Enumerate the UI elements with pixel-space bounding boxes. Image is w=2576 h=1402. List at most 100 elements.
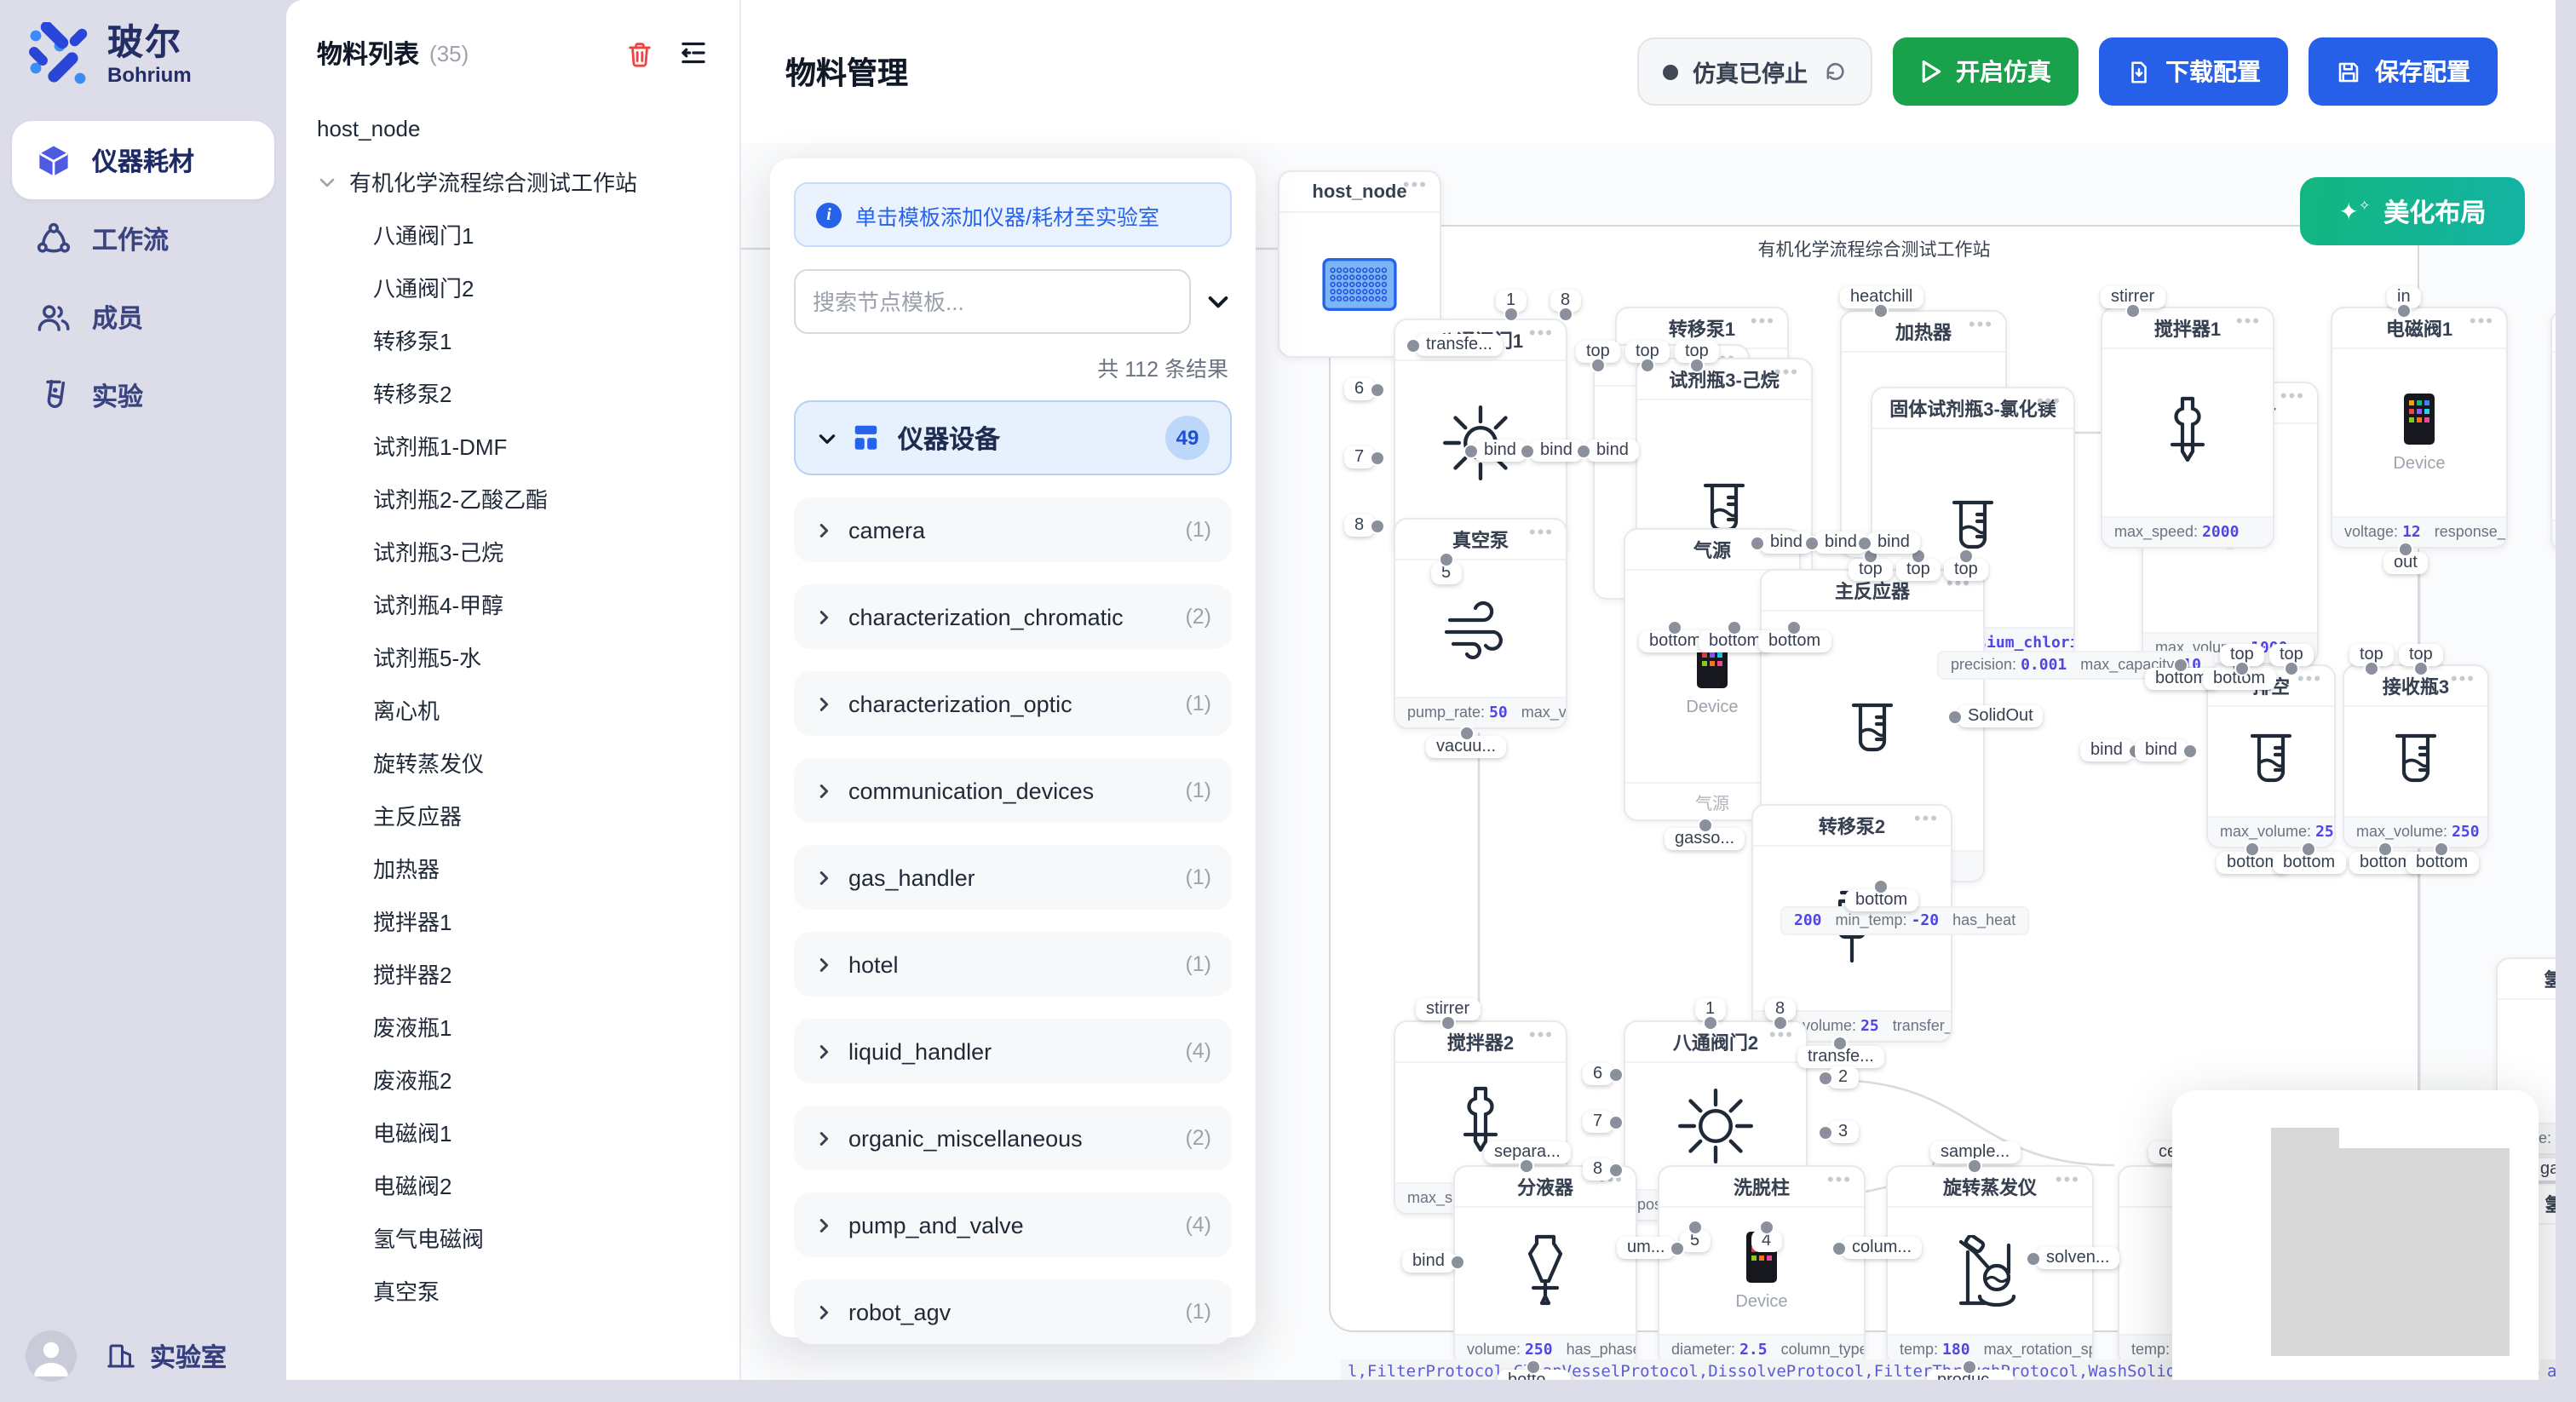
port-8[interactable]: 8	[1583, 1158, 1613, 1181]
sidebar-item-workflow[interactable]: 工作流	[12, 199, 274, 278]
port-transfe[interactable]: transfe...	[1797, 1046, 1884, 1068]
port-handle-icon[interactable]	[1590, 358, 1606, 373]
tree-item[interactable]: 试剂瓶3-己烷	[317, 525, 729, 577]
tree-item[interactable]: 搅拌器2	[317, 947, 729, 1000]
port-heatchill[interactable]: heatchill	[1840, 286, 1923, 308]
port-handle-icon[interactable]	[1689, 358, 1705, 373]
tree-item[interactable]: 试剂瓶1-DMF	[317, 419, 729, 472]
start-simulation-button[interactable]: 开启仿真	[1893, 37, 2079, 106]
port-2[interactable]: 2	[1828, 1066, 1858, 1089]
node-接收瓶3[interactable]: 接收瓶3•••max_volume: 250	[2343, 664, 2489, 848]
port-7[interactable]: 7	[1583, 1111, 1613, 1133]
port-4[interactable]: 4	[1751, 1230, 1781, 1252]
port-handle-icon[interactable]	[1504, 307, 1519, 322]
port-bottom[interactable]: bottom	[2273, 852, 2345, 874]
port-8[interactable]: 8	[1344, 514, 1374, 537]
download-config-button[interactable]: 下载配置	[2099, 37, 2288, 106]
port-handle-icon[interactable]	[1458, 726, 1474, 741]
port-handle-icon[interactable]	[1697, 818, 1712, 833]
port-stirrer[interactable]: stirrer	[2101, 286, 2165, 308]
port-handle-icon[interactable]	[1833, 1036, 1849, 1051]
tree-item[interactable]: 试剂瓶2-乙酸乙酯	[317, 472, 729, 525]
delete-all-button[interactable]	[622, 35, 658, 71]
port-handle-icon[interactable]	[1963, 1359, 1978, 1375]
port-handle-icon[interactable]	[1947, 709, 1963, 724]
port-handle-icon[interactable]	[1804, 535, 1820, 550]
node-menu-icon[interactable]: •••	[2451, 669, 2475, 690]
port-handle-icon[interactable]	[2182, 743, 2198, 758]
port-handle-icon[interactable]	[1558, 307, 1573, 322]
port-handle-icon[interactable]	[1831, 1240, 1847, 1255]
port-bind[interactable]: bind	[1402, 1250, 1455, 1273]
node-menu-icon[interactable]: •••	[1827, 1170, 1852, 1191]
category-row-gas_handler[interactable]: gas_handler(1)	[794, 845, 1232, 910]
port-handle-icon[interactable]	[1463, 443, 1479, 458]
category-row-robot_agv[interactable]: robot_agv(1)	[794, 1279, 1232, 1344]
port-8[interactable]: 8	[1550, 290, 1580, 312]
port-handle-icon[interactable]	[1787, 620, 1803, 635]
port-in[interactable]: in	[2387, 286, 2421, 308]
port-handle-icon[interactable]	[1607, 1114, 1623, 1129]
port-8[interactable]: 8	[1765, 998, 1795, 1020]
port-botto[interactable]: botto...	[1498, 1370, 1570, 1380]
tree-item[interactable]: 八通阀门2	[317, 261, 729, 313]
tree-item[interactable]: 加热器	[317, 842, 729, 894]
tree-item[interactable]: 试剂瓶5-水	[317, 630, 729, 683]
tree-item[interactable]: 离心机	[317, 683, 729, 736]
port-6[interactable]: 6	[1344, 378, 1374, 400]
port-handle-icon[interactable]	[2396, 303, 2412, 319]
port-handle-icon[interactable]	[1773, 1015, 1788, 1031]
port-handle-icon[interactable]	[1818, 1124, 1833, 1140]
port-handle-icon[interactable]	[2302, 842, 2317, 857]
tree-item-root[interactable]: host_node	[317, 102, 729, 155]
port-bind[interactable]: bind	[1586, 440, 1639, 462]
port-bind[interactable]: bind	[1530, 440, 1583, 462]
tree-item[interactable]: 搅拌器1	[317, 894, 729, 947]
port-handle-icon[interactable]	[1703, 1015, 1718, 1031]
scrollbar-gutter-bottom[interactable]	[286, 1380, 2576, 1402]
port-handle-icon[interactable]	[2398, 542, 2413, 557]
port-vacuu[interactable]: vacuu...	[1426, 736, 1506, 758]
port-out[interactable]: out	[2383, 552, 2428, 574]
port-handle-icon[interactable]	[2435, 842, 2450, 857]
port-top[interactable]: top	[2399, 644, 2443, 666]
port-handle-icon[interactable]	[2245, 842, 2261, 857]
search-input[interactable]	[794, 269, 1191, 334]
port-handle-icon[interactable]	[1728, 620, 1743, 635]
node-洗脱柱[interactable]: 洗脱柱•••Devicediameter: 2.5column_type: si	[1658, 1165, 1866, 1366]
port-bind[interactable]: bind	[2080, 739, 2133, 761]
port-solven[interactable]: solven...	[2036, 1247, 2120, 1269]
port-top[interactable]: top	[2269, 644, 2314, 666]
node-menu-icon[interactable]: •••	[1969, 315, 1993, 336]
tree-item[interactable]: 转移泵1	[317, 313, 729, 366]
port-sample[interactable]: sample...	[1930, 1141, 2020, 1164]
tree-item[interactable]: 八通阀门1	[317, 208, 729, 261]
sidebar-item-cube[interactable]: 仪器耗材	[12, 121, 274, 199]
port-bottom[interactable]: bottom	[1758, 630, 1831, 652]
node-menu-icon[interactable]: •••	[2297, 669, 2322, 690]
port-handle-icon[interactable]	[1369, 450, 1384, 465]
node-搅拌器1[interactable]: 搅拌器1•••max_speed: 2000	[2101, 307, 2274, 549]
tree-item[interactable]: 试剂瓶4-甲醇	[317, 577, 729, 630]
port-handle-icon[interactable]	[2234, 661, 2250, 676]
port-bind[interactable]: bind	[1867, 531, 1920, 554]
port-handle-icon[interactable]	[1439, 552, 1454, 567]
port-top[interactable]: top	[1849, 559, 1893, 581]
port-SolidOut[interactable]: SolidOut	[1958, 705, 2044, 727]
port-handle-icon[interactable]	[2364, 661, 2379, 676]
sidebar-item-experiment[interactable]: 实验	[12, 356, 274, 434]
port-handle-icon[interactable]	[1520, 443, 1535, 458]
node-menu-icon[interactable]: •••	[1529, 523, 1554, 543]
category-row-organic_miscellaneous[interactable]: organic_miscellaneous(2)	[794, 1106, 1232, 1170]
lab-switcher[interactable]: 实验室	[106, 1338, 227, 1374]
tree-item[interactable]: 电磁阀1	[317, 1106, 729, 1158]
port-top[interactable]: top	[2220, 644, 2264, 666]
category-group-instruments[interactable]: 仪器设备 49	[794, 400, 1232, 475]
save-config-button[interactable]: 保存配置	[2309, 37, 2498, 106]
panel-collapse-chevron-icon[interactable]	[1205, 288, 1232, 315]
port-stirrer[interactable]: stirrer	[1416, 998, 1480, 1020]
node-排空[interactable]: 排空•••max_volume: 250	[2206, 664, 2336, 848]
port-top[interactable]: top	[1944, 559, 1988, 581]
collapse-list-button[interactable]	[675, 34, 712, 72]
category-row-pump_and_valve[interactable]: pump_and_valve(4)	[794, 1192, 1232, 1257]
